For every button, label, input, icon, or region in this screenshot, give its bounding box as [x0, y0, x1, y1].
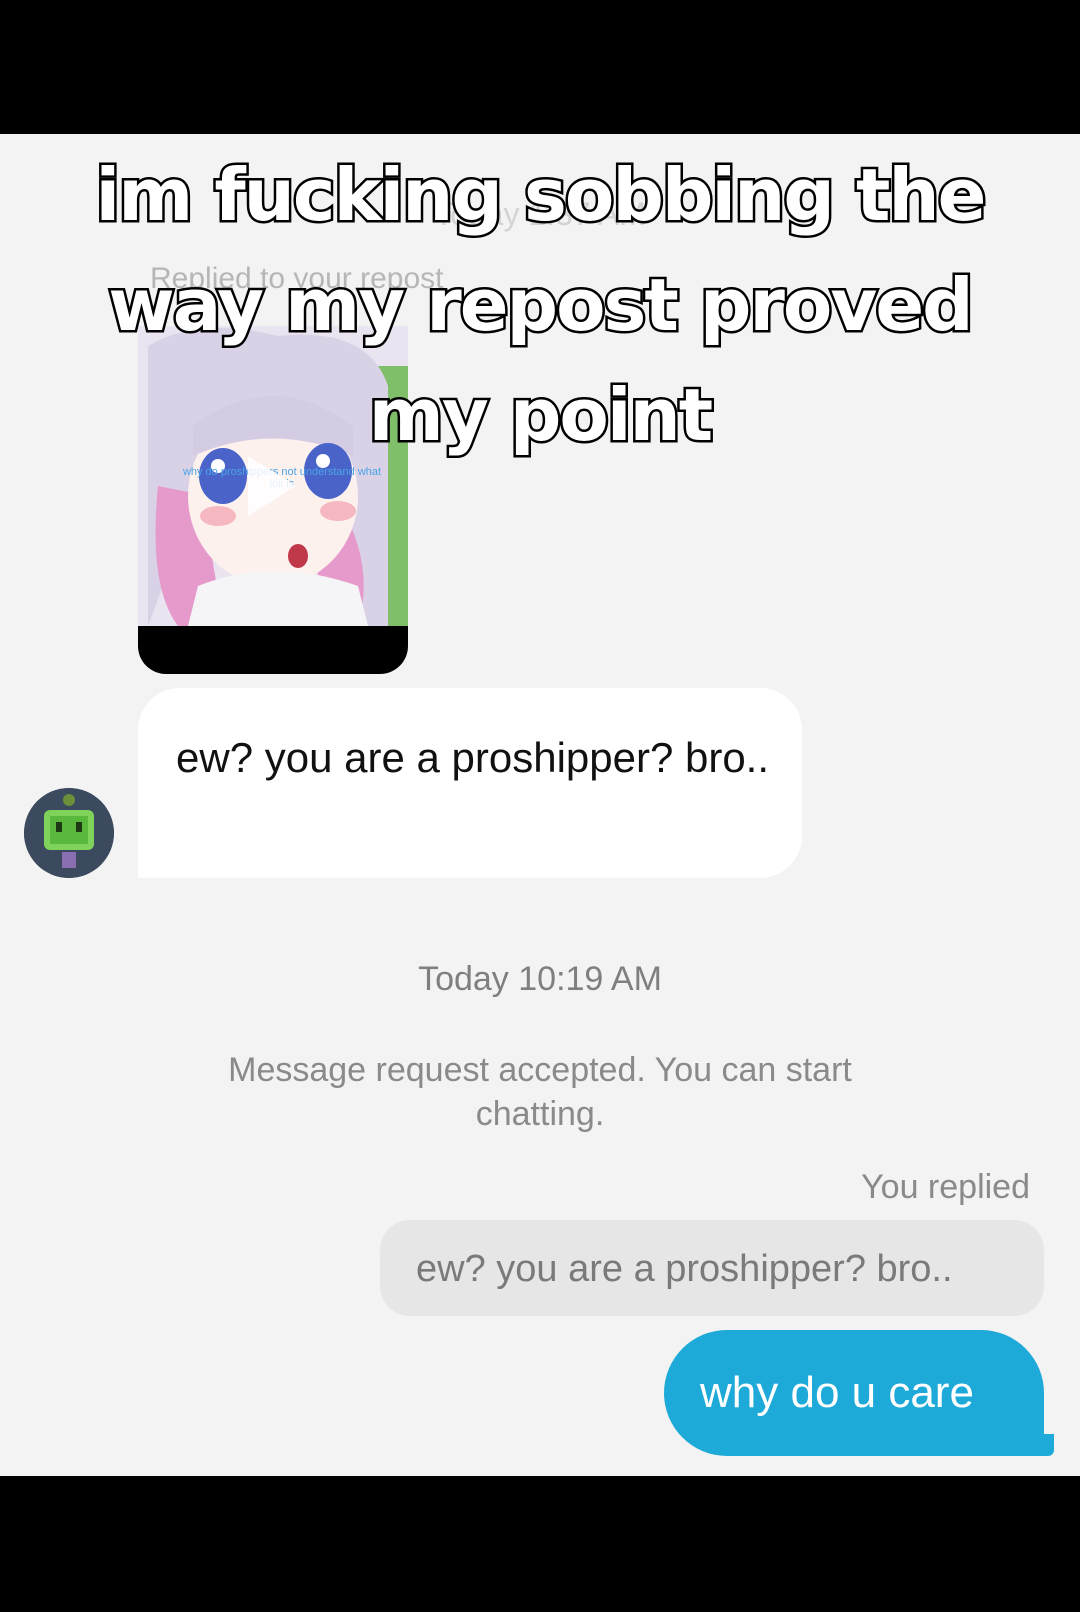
bottom-letterbox: [0, 1476, 1080, 1612]
system-message: Message request accepted. You can start …: [228, 1051, 852, 1133]
incoming-message-bubble[interactable]: ew? you are a proshipper? bro..: [138, 688, 802, 878]
overlay-caption-line: im fucking sobbing the: [93, 151, 989, 240]
incoming-message-text: ew? you are a proshipper? bro..: [176, 734, 770, 781]
quoted-message-bubble[interactable]: ew? you are a proshipper? bro..: [380, 1220, 1044, 1316]
outgoing-message-bubble[interactable]: why do u care: [664, 1330, 1044, 1456]
message-timestamp: Today 10:19 AM: [418, 960, 662, 998]
overlay-caption: im fucking sobbing the way my repost pro…: [0, 140, 1080, 470]
outgoing-bubble-tail: [1030, 1434, 1054, 1456]
overlay-caption-line: my point: [366, 371, 715, 460]
quoted-message-text: ew? you are a proshipper? bro..: [416, 1248, 953, 1290]
outgoing-message-text: why do u care: [700, 1368, 974, 1417]
overlay-caption-line: way my repost proved: [106, 261, 976, 350]
you-replied-label: You replied: [861, 1168, 1030, 1206]
sender-avatar[interactable]: [24, 788, 114, 878]
top-letterbox: [0, 0, 1080, 134]
avatar-robot-icon: [24, 788, 114, 878]
